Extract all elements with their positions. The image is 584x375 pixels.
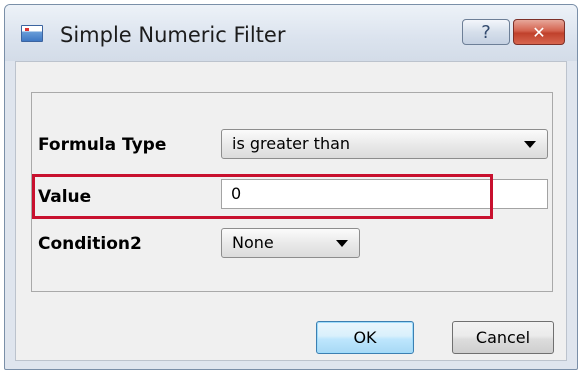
ok-button[interactable]: OK [316,321,414,354]
dropdown-arrow-icon [524,141,536,148]
window-app-icon [21,25,43,42]
close-icon: ✕ [532,22,546,42]
dialog-content: Formula Type is greater than Value 0 Con… [15,61,567,361]
help-icon: ? [481,21,491,43]
title-bar[interactable]: Simple Numeric Filter ? ✕ [5,5,577,61]
close-button[interactable]: ✕ [513,19,565,45]
formula-type-dropdown[interactable]: is greater than [221,129,548,159]
cancel-button[interactable]: Cancel [452,321,554,354]
value-highlight-box [32,174,493,219]
simple-numeric-filter-dialog: Simple Numeric Filter ? ✕ Formula Type i… [4,4,578,370]
help-button[interactable]: ? [462,19,510,45]
condition2-dropdown[interactable]: None [221,228,360,258]
formula-type-label: Formula Type [38,135,167,155]
condition2-label: Condition2 [38,234,142,254]
condition2-selected-value: None [232,233,274,252]
dropdown-arrow-icon [336,240,348,247]
window-title: Simple Numeric Filter [60,23,286,47]
formula-type-selected-value: is greater than [232,134,351,153]
